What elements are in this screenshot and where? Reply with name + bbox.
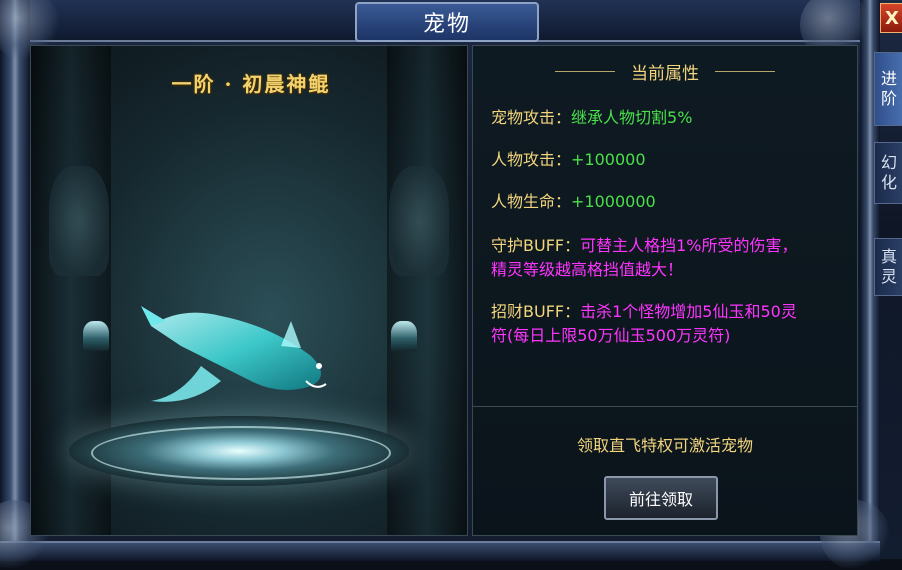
attributes-panel: 当前属性 宠物攻击：继承人物切割5% 人物攻击：+100000 人物生命：+10… (472, 45, 858, 536)
brazier-icon (83, 321, 109, 351)
window-title: 宠物 (422, 12, 471, 37)
attr-label: 人物攻击： (491, 150, 572, 169)
attr-label: 招财BUFF： (491, 302, 581, 321)
attr-label: 守护BUFF： (491, 236, 581, 255)
attr-wealth-buff: 招财BUFF：击杀1个怪物增加5仙玉和50灵 符(每日上限50万仙玉500万灵符… (491, 300, 847, 348)
bottom-border (0, 541, 880, 561)
pet-preview-panel: 一阶 · 初晨神鲲 (30, 45, 468, 536)
header-divider (715, 70, 775, 72)
section-divider (473, 406, 857, 407)
attr-char-attack: 人物攻击：+100000 (491, 148, 847, 172)
attr-value: 击杀1个怪物增加5仙玉和50灵 (580, 302, 797, 321)
header-divider (555, 70, 615, 72)
attr-value: 继承人物切割5% (571, 108, 693, 127)
tab-true-spirit[interactable]: 真 灵 (874, 238, 902, 296)
dragon-statue-icon (389, 166, 449, 276)
attr-char-hp: 人物生命：+1000000 (491, 190, 847, 214)
go-claim-button[interactable]: 前往领取 (604, 476, 718, 520)
attr-label: 人物生命： (491, 192, 572, 211)
platform-rune-ring (91, 426, 391, 480)
attr-pet-attack: 宠物攻击：继承人物切割5% (491, 106, 847, 130)
attr-value: +100000 (571, 150, 646, 169)
attr-value: 可替主人格挡1%所受的伤害， (580, 236, 798, 255)
pet-kun-fish-image (141, 306, 327, 402)
tab-label: 阶 (880, 89, 897, 108)
tab-transform[interactable]: 幻 化 (874, 142, 902, 204)
tab-label: 进 (880, 69, 897, 88)
attributes-title: 当前属性 (631, 63, 699, 84)
pet-name: 一阶 · 初晨神鲲 (171, 72, 331, 96)
attr-value: +1000000 (571, 192, 656, 211)
title-bar: 宠物 (355, 2, 539, 42)
attributes-header: 当前属性 (473, 56, 857, 86)
tab-label: 真 (880, 247, 897, 266)
close-button[interactable]: X (880, 3, 902, 33)
activation-hint: 领取直飞特权可激活宠物 (576, 436, 753, 455)
left-border (0, 0, 30, 559)
tab-advance[interactable]: 进 阶 (874, 52, 902, 126)
attr-label: 宠物攻击： (491, 108, 572, 127)
pet-window: 宠物 X 进 阶 幻 化 真 灵 一阶 · 初晨神鲲 当前属性 宠物攻击：继承人… (0, 0, 902, 570)
attr-guard-buff: 守护BUFF：可替主人格挡1%所受的伤害， 精灵等级越高格挡值越大！ (491, 234, 847, 282)
attr-value: 精灵等级越高格挡值越大！ (491, 260, 684, 279)
tab-label: 化 (880, 173, 897, 192)
tab-label: 幻 (880, 153, 897, 172)
dragon-statue-icon (49, 166, 109, 276)
attr-value: 符(每日上限50万仙玉500万灵符) (491, 326, 731, 345)
tab-label: 灵 (880, 267, 897, 286)
brazier-icon (391, 321, 417, 351)
